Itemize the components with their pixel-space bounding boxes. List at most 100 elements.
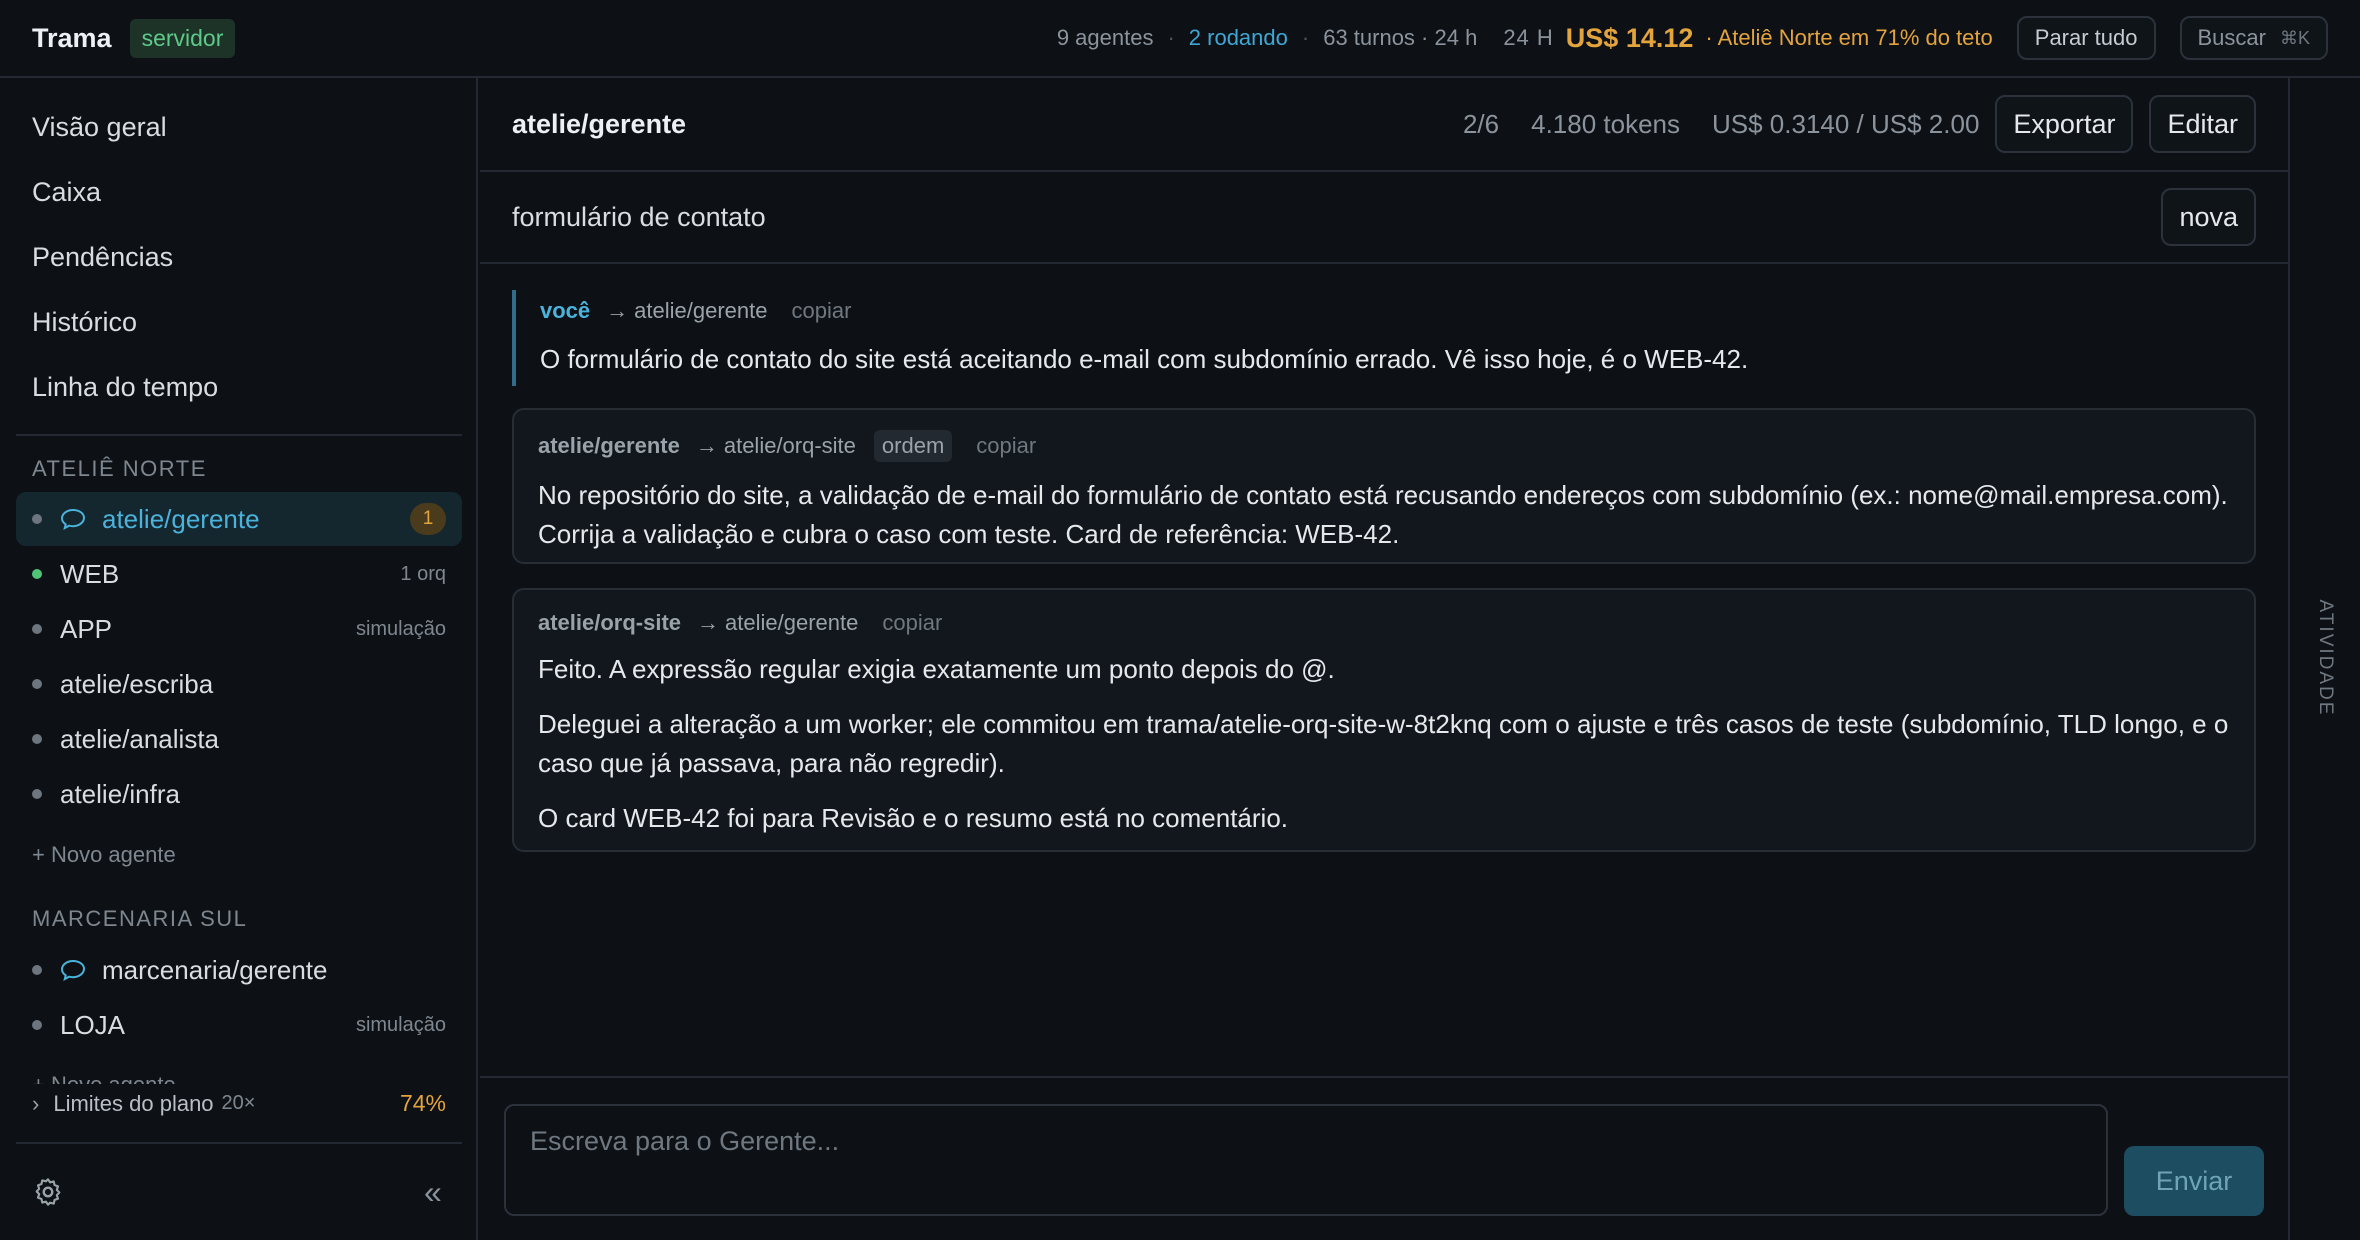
search-button[interactable]: Buscar ⌘K bbox=[2179, 16, 2328, 60]
message-sender: você bbox=[540, 298, 591, 323]
message-recipient: atelie/orq-site bbox=[723, 433, 856, 458]
message-body: Feito. A expressão regular exigia exatam… bbox=[538, 650, 2230, 838]
message-sender: atelie/gerente bbox=[538, 433, 680, 458]
collapse-sidebar-icon[interactable]: « bbox=[424, 1174, 442, 1211]
stop-all-button[interactable]: Parar tudo bbox=[2016, 16, 2156, 60]
turns-count: 63 turnos · 24 h bbox=[1323, 25, 1478, 50]
agents-count: 9 agentes bbox=[1056, 25, 1154, 50]
message-recipient: atelie/gerente bbox=[634, 298, 768, 323]
status-dot bbox=[32, 1020, 42, 1030]
search-shortcut: ⌘K bbox=[2279, 27, 2310, 48]
subject-bar: formulário de contato nova bbox=[480, 172, 2288, 264]
plan-multiplier: 20× bbox=[221, 1092, 256, 1114]
export-button[interactable]: Exportar bbox=[1995, 95, 2134, 153]
plan-limits-label: Limites do plano bbox=[53, 1090, 214, 1116]
chat-bubble-icon bbox=[60, 959, 86, 981]
nav-timeline[interactable]: Linha do tempo bbox=[32, 372, 218, 403]
status-dot bbox=[32, 789, 42, 799]
status-dot bbox=[32, 734, 42, 744]
budget-warning: · Ateliê Norte em 71% do teto bbox=[1705, 25, 1993, 50]
global-stats: 9 agentes · 2 rodando · 63 turnos · 24 h… bbox=[1057, 16, 2328, 60]
conversation-subject: formulário de contato bbox=[512, 201, 766, 232]
agent-name: WEB bbox=[60, 558, 120, 589]
nav-history[interactable]: Histórico bbox=[32, 307, 137, 338]
arrow-right-icon: → bbox=[695, 433, 718, 458]
agent-item-loja[interactable]: LOJA simulação bbox=[16, 998, 462, 1052]
message-body: No repositório do site, a validação de e… bbox=[538, 476, 2230, 554]
agent-meta: simulação bbox=[355, 617, 446, 640]
activity-rail[interactable]: ATIVIDADE bbox=[2288, 78, 2360, 1240]
message-sender: atelie/orq-site bbox=[538, 610, 682, 635]
search-label: Buscar bbox=[2197, 25, 2266, 50]
running-count[interactable]: 2 rodando bbox=[1189, 25, 1288, 51]
agent-name: atelie/escriba bbox=[60, 668, 214, 699]
copy-link[interactable]: copiar bbox=[882, 610, 942, 636]
agent-item-marcenaria-gerente[interactable]: marcenaria/gerente bbox=[16, 943, 462, 997]
message-recipient: atelie/gerente bbox=[725, 610, 859, 635]
agent-item-atelie-gerente[interactable]: atelie/gerente 1 bbox=[16, 492, 462, 546]
message-input[interactable] bbox=[504, 1104, 2108, 1216]
status-dot bbox=[32, 679, 42, 689]
gear-icon[interactable] bbox=[32, 1176, 64, 1208]
message-header: atelie/orq-site → atelie/gerente copiar bbox=[538, 610, 2230, 636]
unread-badge: 1 bbox=[410, 503, 446, 535]
agent-item-web[interactable]: WEB 1 orq bbox=[16, 547, 462, 601]
nav-overview[interactable]: Visão geral bbox=[32, 112, 167, 143]
sidebar: Visão geral Caixa Pendências Histórico L… bbox=[0, 78, 478, 1240]
agent-item-atelie-infra[interactable]: atelie/infra bbox=[16, 767, 462, 821]
arrow-right-icon: → bbox=[697, 610, 720, 635]
period-label: 24 H bbox=[1503, 25, 1554, 50]
message-body: O formulário de contato do site está ace… bbox=[540, 340, 2256, 379]
status-dot bbox=[32, 569, 42, 579]
message-tag: ordem bbox=[873, 430, 953, 462]
agent-name: atelie/analista bbox=[60, 723, 219, 754]
copy-link[interactable]: copiar bbox=[976, 433, 1036, 459]
status-dot bbox=[32, 624, 42, 634]
new-agent-link[interactable]: + Novo agente bbox=[32, 1072, 176, 1084]
arrow-right-icon: → bbox=[606, 298, 629, 323]
nav-inbox[interactable]: Caixa bbox=[32, 177, 101, 208]
copy-link[interactable]: copiar bbox=[791, 298, 851, 324]
message-paragraph: Deleguei a alteração a um worker; ele co… bbox=[538, 709, 2229, 778]
plan-limits-toggle[interactable]: › Limites do plano 20× 74% bbox=[32, 1090, 446, 1117]
top-bar: Trama servidor 9 agentes · 2 rodando · 6… bbox=[0, 0, 2360, 78]
message-paragraph: O formulário de contato do site está ace… bbox=[540, 344, 1749, 374]
nav-pending[interactable]: Pendências bbox=[32, 242, 173, 273]
section-title-marcenaria-sul: MARCENARIA SUL bbox=[32, 906, 248, 931]
composer-area: Enviar bbox=[480, 1076, 2288, 1240]
sidebar-divider bbox=[16, 434, 462, 436]
conversation-stats: 2/6 4.180 tokens US$ 0.3140 / US$ 2.00 bbox=[1463, 109, 1979, 140]
message-header: atelie/gerente → atelie/orq-site ordem c… bbox=[538, 430, 2230, 462]
conversation-header: atelie/gerente 2/6 4.180 tokens US$ 0.31… bbox=[480, 78, 2288, 172]
status-dot bbox=[32, 965, 42, 975]
total-cost: US$ 14.12 bbox=[1565, 22, 1694, 53]
chat-bubble-icon bbox=[60, 508, 86, 530]
message-paragraph: Feito. A expressão regular exigia exatam… bbox=[538, 654, 1335, 684]
separator-dot: · bbox=[1167, 25, 1175, 50]
agent-name: atelie/infra bbox=[60, 778, 180, 809]
edit-button[interactable]: Editar bbox=[2149, 95, 2256, 153]
conversation-title: atelie/gerente bbox=[512, 108, 687, 139]
conversation-position: 2/6 bbox=[1462, 108, 1500, 139]
message-user: você → atelie/gerente copiar O formulári… bbox=[512, 290, 2256, 386]
agent-item-atelie-escriba[interactable]: atelie/escriba bbox=[16, 657, 462, 711]
message-paragraph: O card WEB-42 foi para Revisão e o resum… bbox=[538, 803, 1289, 833]
message-paragraph: No repositório do site, a validação de e… bbox=[538, 480, 2228, 549]
chevron-right-icon: › bbox=[32, 1090, 40, 1116]
agent-item-app[interactable]: APP simulação bbox=[16, 602, 462, 656]
sidebar-divider bbox=[16, 1142, 462, 1144]
status-dot bbox=[32, 514, 42, 524]
agent-meta: 1 orq bbox=[400, 562, 446, 585]
new-agent-link[interactable]: + Novo agente bbox=[32, 842, 176, 868]
agent-item-atelie-analista[interactable]: atelie/analista bbox=[16, 712, 462, 766]
brand-name: Trama bbox=[32, 22, 112, 53]
new-conversation-button[interactable]: nova bbox=[2161, 188, 2256, 246]
message-card: atelie/gerente → atelie/orq-site ordem c… bbox=[512, 408, 2256, 564]
server-badge: servidor bbox=[129, 18, 236, 58]
send-button[interactable]: Enviar bbox=[2124, 1146, 2264, 1216]
app-window: Trama servidor 9 agentes · 2 rodando · 6… bbox=[0, 0, 2360, 1240]
agent-name: LOJA bbox=[60, 1009, 126, 1040]
message-header: você → atelie/gerente copiar bbox=[540, 298, 2256, 324]
agent-name: APP bbox=[60, 613, 113, 644]
plan-usage: 74% bbox=[399, 1090, 446, 1116]
